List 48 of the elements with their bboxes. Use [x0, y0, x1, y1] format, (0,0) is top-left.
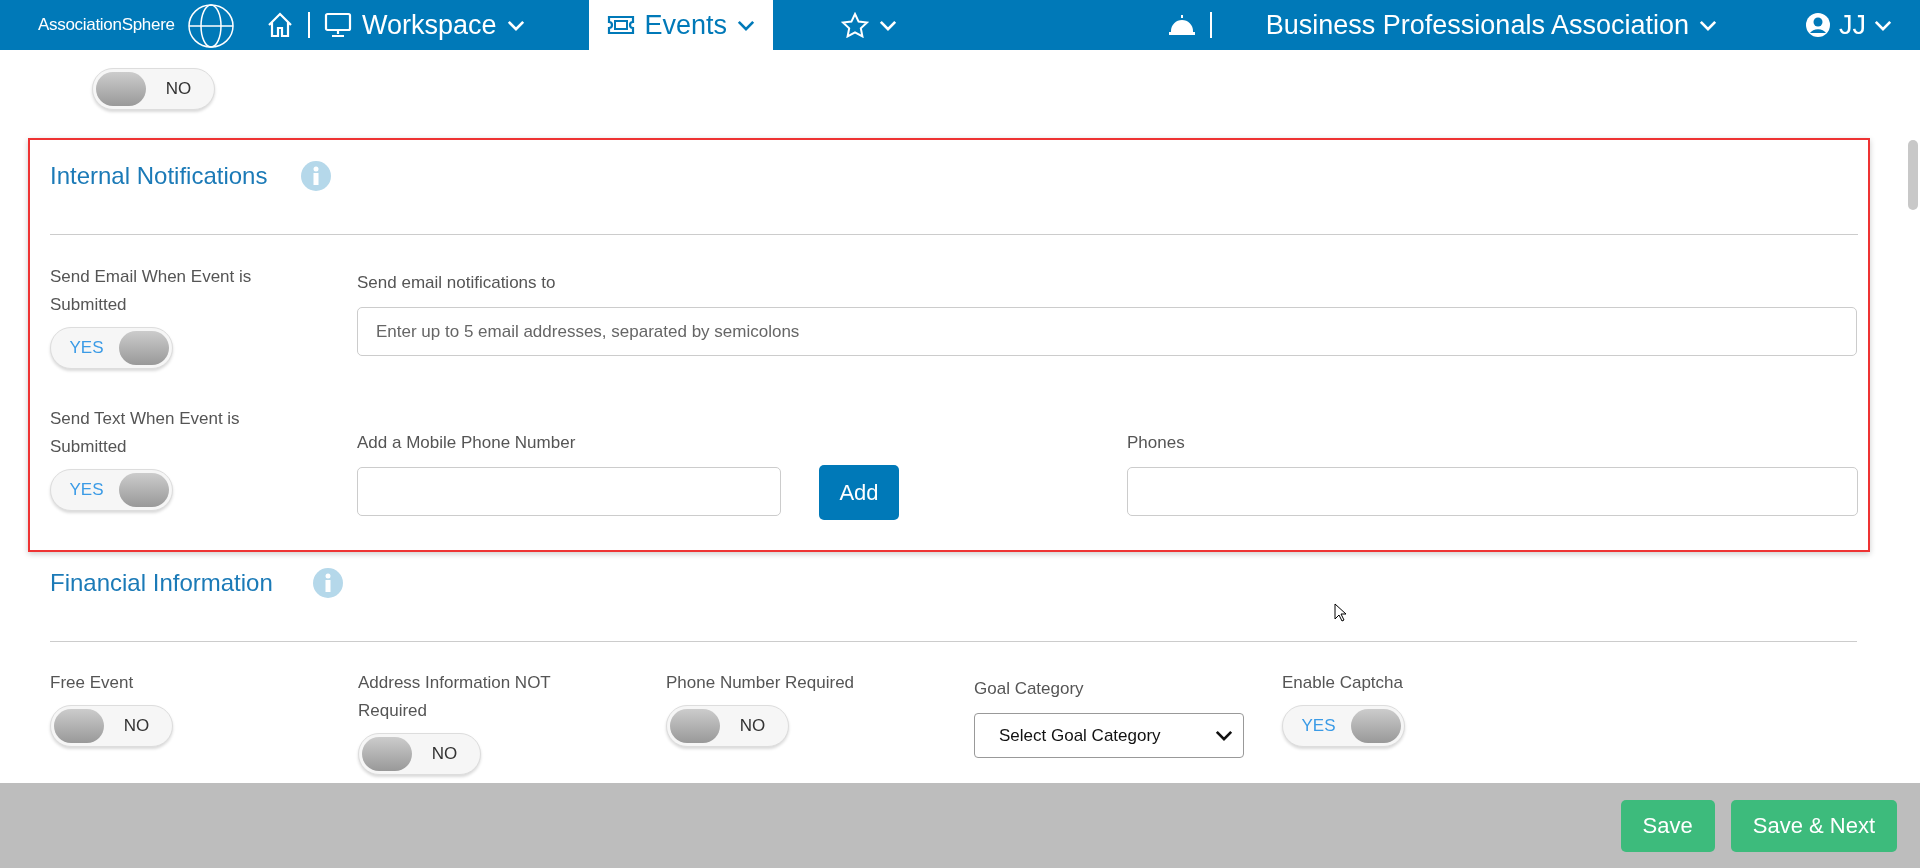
section-title: Financial Information — [50, 569, 273, 597]
ticket-icon — [606, 14, 635, 36]
globe-icon — [186, 3, 236, 49]
add-button[interactable]: Add — [819, 465, 899, 520]
save-button[interactable]: Save — [1620, 799, 1715, 852]
caret-icon — [1215, 730, 1233, 741]
caret-icon — [506, 19, 525, 31]
caret-icon — [879, 19, 898, 31]
home-icon[interactable] — [266, 11, 294, 39]
field-label: Send Email When Event is Submitted — [50, 266, 253, 316]
field-label: Goal Category — [974, 678, 1085, 700]
field-label: Free Event — [50, 672, 135, 694]
toggle-switch[interactable]: NO — [92, 68, 215, 110]
user-menu[interactable]: JJ — [1787, 0, 1910, 50]
monitor-icon — [324, 12, 352, 38]
field-label: Phone Number Required — [666, 672, 856, 694]
field-label: Enable Captcha — [1282, 672, 1404, 694]
user-icon — [1805, 12, 1831, 38]
phones-input-field[interactable] — [1127, 467, 1858, 516]
organization-menu[interactable]: Business Professionals Association — [1247, 0, 1735, 50]
field-label: Add a Mobile Phone Number — [357, 432, 577, 454]
field-label: Send Text When Event is Submitted — [50, 408, 241, 458]
save-button[interactable]: Save & Next — [1730, 799, 1897, 852]
section-title: Internal Notifications — [50, 162, 268, 190]
toggle-switch[interactable]: NO — [358, 733, 481, 775]
toggle-switch[interactable]: YES — [50, 469, 173, 511]
star-icon — [841, 12, 870, 38]
field-label: Address Information NOT Required — [358, 672, 552, 722]
nav-menu[interactable]: Events — [588, 0, 774, 50]
field-label: Send email notifications to — [357, 272, 557, 294]
email-input-field[interactable]: Enter up to 5 email addresses, separated by semicolons — [357, 307, 1857, 356]
scrollbar-thumb[interactable] — [1908, 140, 1918, 210]
goal-category-dropdown[interactable]: Select Goal Category — [974, 713, 1244, 758]
bell-icon[interactable] — [1167, 13, 1196, 37]
phone-input-field[interactable] — [357, 467, 781, 516]
toggle-switch[interactable]: YES — [50, 327, 173, 369]
toggle-switch[interactable]: YES — [1282, 705, 1405, 747]
logo-text: AssociationSphere — [38, 15, 175, 35]
mouse-pointer-icon — [1334, 603, 1348, 623]
toggle-switch[interactable]: NO — [50, 705, 173, 747]
nav-menu[interactable]: Workspace — [248, 0, 543, 50]
caret-icon — [1874, 19, 1892, 31]
info-icon[interactable] — [301, 161, 332, 191]
field-label: Phones — [1127, 432, 1186, 454]
toggle-switch[interactable]: NO — [666, 705, 789, 747]
caret-icon — [1699, 19, 1717, 31]
caret-icon — [737, 19, 756, 31]
info-icon[interactable] — [312, 568, 343, 598]
